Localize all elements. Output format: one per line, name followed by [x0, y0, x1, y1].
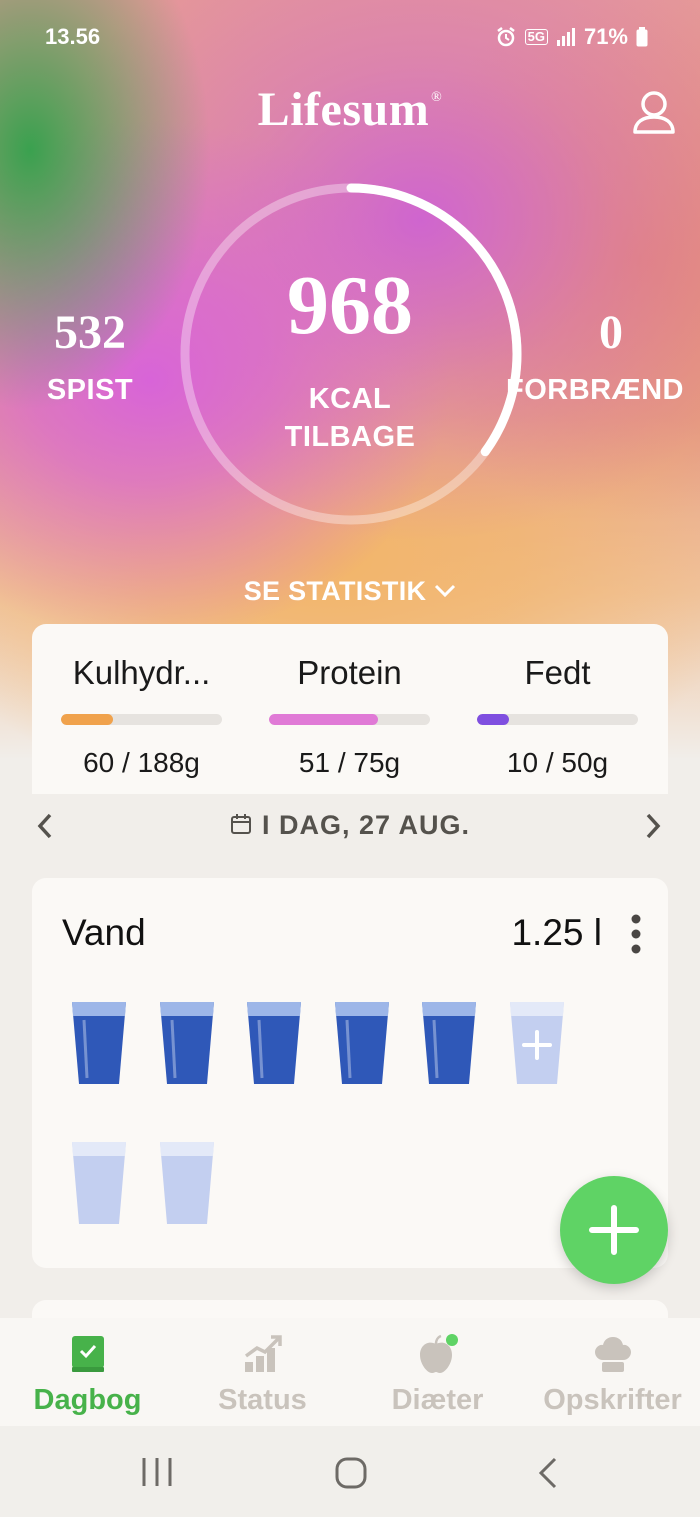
profile-icon[interactable]: [628, 86, 680, 138]
chevron-right-icon[interactable]: [642, 812, 664, 840]
water-glass-empty[interactable]: [158, 1140, 216, 1226]
macro-progress-bar: [477, 714, 638, 725]
app-logo: Lifesum ®: [257, 83, 443, 136]
progress-chart-icon: [244, 1335, 282, 1372]
recent-apps-icon[interactable]: [140, 1456, 174, 1488]
diary-icon: [71, 1336, 104, 1372]
water-glass-add[interactable]: [508, 1000, 566, 1086]
nav-item-diary[interactable]: Dagbog: [0, 1334, 175, 1417]
macro-fat: Fedt 10 / 50g: [470, 654, 645, 779]
macro-value: 10 / 50g: [506, 747, 609, 778]
apple-icon: [419, 1334, 458, 1373]
water-glass-full[interactable]: [158, 1000, 216, 1086]
back-icon[interactable]: [536, 1456, 560, 1490]
system-navigation-bar: [0, 1426, 700, 1517]
date-navigator: I DAG, 27 AUG.: [0, 800, 700, 852]
nav-label: Status: [218, 1384, 307, 1416]
see-statistics-button[interactable]: SE STATISTIK: [0, 576, 700, 607]
status-icons: 5G 71%: [495, 24, 648, 50]
macro-progress-bar: [269, 714, 430, 725]
eaten-label: SPIST: [46, 374, 134, 406]
water-glass-full[interactable]: [420, 1000, 478, 1086]
macro-carbs: Kulhydr... 60 / 188g: [54, 654, 229, 779]
macro-name: Fedt: [524, 654, 591, 691]
water-glass-empty[interactable]: [70, 1140, 128, 1226]
macro-value: 51 / 75g: [298, 747, 401, 778]
status-bar: 13.56 5G 71%: [0, 0, 700, 76]
kcal-remaining-value: 968: [287, 259, 413, 352]
status-time: 13.56: [45, 24, 101, 49]
5g-icon: 5G: [524, 29, 548, 45]
water-title: Vand: [62, 912, 146, 953]
home-icon[interactable]: [334, 1456, 368, 1490]
battery-icon: [636, 27, 648, 47]
burned-value: 0: [599, 306, 623, 359]
macro-protein: Protein 51 / 75g: [262, 654, 437, 779]
chevron-down-icon: [435, 584, 456, 597]
burned-label: FORBRÆND: [506, 374, 684, 406]
date-label[interactable]: I DAG, 27 AUG.: [0, 810, 700, 841]
nav-label: Diæter: [391, 1384, 484, 1416]
eaten-value: 532: [54, 306, 126, 359]
signal-icon: [556, 28, 575, 46]
macro-name: Kulhydr...: [72, 654, 211, 691]
alarm-icon: [496, 27, 515, 47]
bottom-navigation: Dagbog Status Diæter Opskrifter: [0, 1318, 700, 1426]
macros-card: Kulhydr... 60 / 188g Protein 51 / 75g Fe…: [32, 624, 668, 794]
macro-name: Protein: [297, 654, 402, 691]
more-options-icon[interactable]: [628, 914, 644, 954]
nav-label: Opskrifter: [543, 1384, 682, 1416]
water-glass-full[interactable]: [333, 1000, 391, 1086]
battery-percent: 71%: [583, 24, 628, 49]
calorie-ring: [180, 183, 522, 525]
nav-item-recipes[interactable]: Opskrifter: [525, 1334, 700, 1417]
calendar-icon: [230, 813, 251, 834]
nav-item-diets[interactable]: Diæter: [350, 1334, 525, 1417]
macro-progress-bar: [61, 714, 222, 725]
nav-label: Dagbog: [33, 1384, 142, 1416]
chef-hat-icon: [594, 1337, 631, 1372]
kcal-remaining-label: KCAL TILBAGE: [284, 383, 416, 453]
water-amount: 1.25 l: [511, 912, 602, 953]
water-glass-full[interactable]: [245, 1000, 303, 1086]
macro-value: 60 / 188g: [83, 747, 200, 778]
water-glass-full[interactable]: [70, 1000, 128, 1086]
add-fab-button[interactable]: [560, 1176, 668, 1284]
plus-icon: [589, 1205, 639, 1255]
nav-item-status[interactable]: Status: [175, 1334, 350, 1417]
